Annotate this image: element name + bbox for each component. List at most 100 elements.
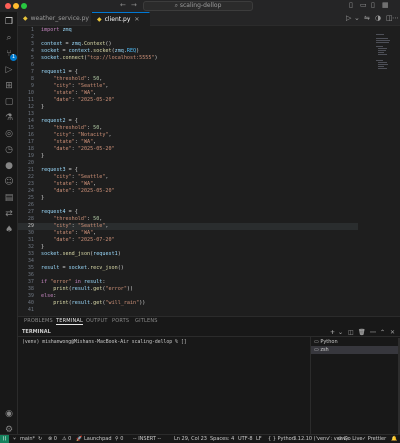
nav-back-icon[interactable]: ←	[120, 1, 126, 9]
run-python-icon[interactable]: ▷	[346, 14, 351, 22]
tab-weather-service[interactable]: ◆ weather_service.py	[18, 12, 92, 26]
code-editor[interactable]: 1 import zmq 2 3 context = zmq.Context() 4 soc…	[18, 26, 400, 316]
terminal-item-python[interactable]: ▭ Python	[311, 338, 399, 346]
code-line[interactable]: 36	[18, 272, 358, 279]
copilot-icon[interactable]: ☺	[3, 176, 15, 188]
launchpad-button[interactable]: Launchpad	[84, 435, 112, 443]
tab-client[interactable]: ◆ client.py ✕	[92, 12, 150, 26]
layout-icon[interactable]: ▦	[382, 1, 389, 9]
code-line[interactable]: 34	[18, 258, 358, 265]
terminal-item-zsh[interactable]: ▭ zsh	[311, 346, 399, 354]
code-line[interactable]: 16 "city": "Notacity",	[18, 132, 358, 139]
code-line[interactable]: 21 request3 = {	[18, 167, 358, 174]
code-line[interactable]: 26	[18, 202, 358, 209]
more-actions-icon[interactable]: ⋯	[392, 14, 399, 22]
code-line[interactable]: 35 result = socket.recv_json()	[18, 265, 358, 272]
code-line[interactable]: 1 import zmq	[18, 27, 358, 34]
code-line[interactable]: 3 context = zmq.Context()	[18, 41, 358, 48]
run-debug-icon[interactable]: ▷	[3, 64, 15, 76]
indentation[interactable]: Spaces: 4	[210, 435, 234, 443]
code-line[interactable]: 9 "city": "Seattle",	[18, 83, 358, 90]
tab-terminal[interactable]: TERMINAL	[56, 318, 84, 325]
code-line[interactable]: 19}	[18, 153, 358, 160]
code-line[interactable]: 32}	[18, 244, 358, 251]
remote-explorer-icon[interactable]: ▢	[3, 96, 15, 108]
explorer-icon[interactable]: ❐	[3, 16, 15, 28]
terminal-output[interactable]: (venv) mishanwong@Mishans-MacBook-Air sc…	[22, 340, 307, 345]
docker-icon[interactable]: ▤	[3, 192, 15, 204]
compare-changes-icon[interactable]: ⇋	[364, 14, 370, 22]
run-dropdown-icon[interactable]: ⌄	[354, 14, 360, 22]
code-line[interactable]: 30 "state": "WA",	[18, 230, 358, 237]
toggle-panel-icon[interactable]: ▭	[360, 1, 367, 9]
live-share-icon[interactable]: ⇄	[3, 208, 15, 220]
line-number: 1	[30, 27, 34, 33]
code-line[interactable]: 2	[18, 34, 358, 41]
sync-icon[interactable]: ↻	[38, 435, 42, 443]
cursor-position[interactable]: Ln 29, Col 23	[174, 435, 207, 443]
code-line[interactable]: 31 "date": "2025-07-20"	[18, 237, 358, 244]
code-line[interactable]: 5 socket.connect("tcp://localhost:5555")	[18, 55, 358, 62]
code-line[interactable]: 13	[18, 111, 358, 118]
code-line[interactable]: 23 "state": "WA",	[18, 181, 358, 188]
code-line[interactable]: 20	[18, 160, 358, 167]
code-line[interactable]: 24 "date": "2025-05-20"	[18, 188, 358, 195]
command-center-search[interactable]: ⌕ scaling-dellop	[143, 1, 253, 11]
close-tab-icon[interactable]: ✕	[134, 16, 139, 23]
go-live-button[interactable]: ⊙ Go Live	[338, 435, 363, 443]
github-icon[interactable]: ●	[3, 160, 15, 172]
code-line[interactable]: 29 "city": "Seattle",	[18, 223, 358, 230]
tab-gitlens[interactable]: GITLENS	[135, 318, 158, 324]
code-line[interactable]: 27 request4 = {	[18, 209, 358, 216]
code-line[interactable]: 7 request1 = {	[18, 69, 358, 76]
code-line[interactable]: 28 "threshold": 50,	[18, 216, 358, 223]
code-line[interactable]: 25}	[18, 195, 358, 202]
end-of-line[interactable]: LF	[256, 435, 262, 443]
code-line[interactable]: 18 "date": "2025-05-20"	[18, 146, 358, 153]
branch-name[interactable]: main*	[20, 435, 35, 443]
code-line[interactable]: 15 "threshold": 50,	[18, 125, 358, 132]
toggle-sidebar-icon[interactable]: ▯	[349, 1, 353, 9]
code-line[interactable]: 17 "state": "WA",	[18, 139, 358, 146]
prettier-status[interactable]: ✓ Prettier	[362, 435, 386, 443]
toggle-secondary-sidebar-icon[interactable]: ▯	[371, 1, 375, 9]
gitlens-icon[interactable]: ◎	[3, 128, 15, 140]
code-line[interactable]: 33 socket.send_json(request1)	[18, 251, 358, 258]
mongodb-icon[interactable]: ♠	[3, 224, 15, 236]
encoding[interactable]: UTF-8	[238, 435, 253, 443]
code-line[interactable]: 38 print(result.get("error"))	[18, 286, 358, 293]
code-line[interactable]: 14 request2 = {	[18, 118, 358, 125]
minimize-window-button[interactable]	[13, 3, 19, 9]
ports-count[interactable]: ⚲ 0	[115, 435, 123, 443]
extensions-icon[interactable]: ⊞	[3, 80, 15, 92]
accounts-icon[interactable]: ◉	[3, 408, 15, 420]
search-icon[interactable]: ⌕	[3, 32, 15, 44]
open-changes-icon[interactable]: ◑	[375, 14, 381, 22]
code-line[interactable]: 12}	[18, 104, 358, 111]
notifications-bell-icon[interactable]: 🔔	[391, 435, 397, 443]
line-number: 5	[30, 55, 34, 61]
code-line[interactable]: 39 else:	[18, 293, 358, 300]
tab-output[interactable]: OUTPUT	[86, 318, 108, 324]
close-window-button[interactable]	[5, 3, 11, 9]
remote-indicator-icon[interactable]: ⟩⟨	[0, 435, 9, 443]
tab-problems[interactable]: PROBLEMS	[24, 318, 53, 324]
code-line[interactable]: 22 "city": "Seattle",	[18, 174, 358, 181]
code-line[interactable]: 6	[18, 62, 358, 69]
tab-ports[interactable]: PORTS	[112, 318, 129, 324]
maximize-window-button[interactable]	[21, 3, 27, 9]
code-line[interactable]: 10 "state": "WA",	[18, 90, 358, 97]
code-line[interactable]: 37 if "error" in result:	[18, 279, 358, 286]
errors-count[interactable]: ⊗ 0	[48, 435, 57, 443]
code-line[interactable]: 8 "threshold": 50,	[18, 76, 358, 83]
minimap[interactable]	[376, 34, 392, 80]
code-line[interactable]: 4 socket = context.socket(zmq.REQ)	[18, 48, 358, 55]
nav-forward-icon[interactable]: →	[131, 1, 137, 9]
testing-icon[interactable]: ⚗	[3, 112, 15, 124]
code-line[interactable]: 40 print(result.get("will_rain"))	[18, 300, 358, 307]
code-line[interactable]: 41	[18, 307, 358, 314]
warnings-count[interactable]: ⚠ 0	[62, 435, 71, 443]
timeline-icon[interactable]: ◷	[3, 144, 15, 156]
code-line[interactable]: 11 "date": "2025-05-20"	[18, 97, 358, 104]
language-mode[interactable]: { } Python	[268, 435, 295, 443]
